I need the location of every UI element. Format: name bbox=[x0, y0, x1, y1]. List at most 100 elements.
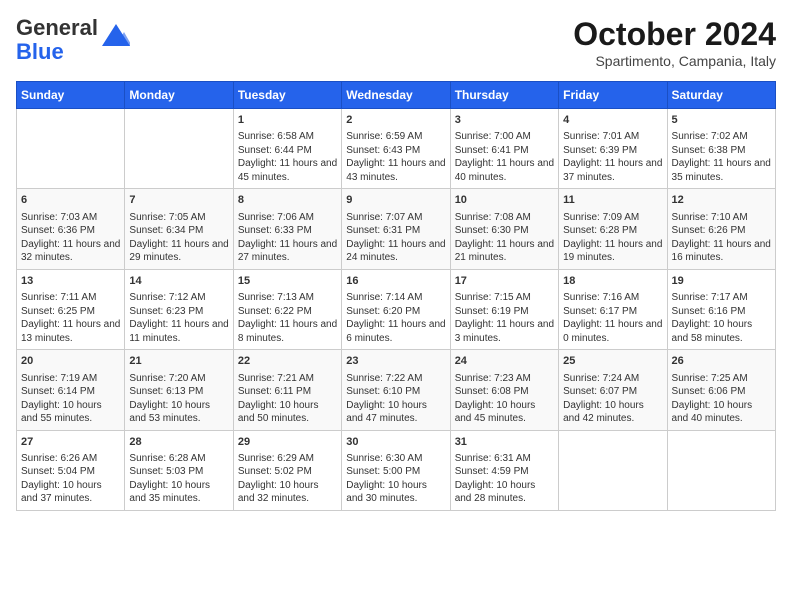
day-content: Sunrise: 7:13 AM Sunset: 6:22 PM Dayligh… bbox=[238, 291, 337, 345]
day-number: 15 bbox=[238, 274, 337, 289]
day-number: 11 bbox=[563, 193, 662, 208]
day-content: Sunrise: 7:25 AM Sunset: 6:06 PM Dayligh… bbox=[672, 372, 771, 426]
page-header: General Blue October 2024 Spartimento, C… bbox=[16, 16, 776, 69]
day-content: Sunrise: 6:29 AM Sunset: 5:02 PM Dayligh… bbox=[238, 452, 337, 506]
day-content: Sunrise: 7:00 AM Sunset: 6:41 PM Dayligh… bbox=[455, 130, 554, 184]
day-number: 24 bbox=[455, 354, 554, 369]
day-number: 2 bbox=[346, 113, 445, 128]
calendar-empty-cell bbox=[667, 430, 775, 510]
title-block: October 2024 Spartimento, Campania, Ital… bbox=[573, 16, 776, 69]
day-number: 6 bbox=[21, 193, 120, 208]
day-content: Sunrise: 7:20 AM Sunset: 6:13 PM Dayligh… bbox=[129, 372, 228, 426]
day-content: Sunrise: 7:16 AM Sunset: 6:17 PM Dayligh… bbox=[563, 291, 662, 345]
calendar-day-19: 19Sunrise: 7:17 AM Sunset: 6:16 PM Dayli… bbox=[667, 269, 775, 349]
day-number: 5 bbox=[672, 113, 771, 128]
day-number: 30 bbox=[346, 435, 445, 450]
calendar-day-23: 23Sunrise: 7:22 AM Sunset: 6:10 PM Dayli… bbox=[342, 350, 450, 430]
day-content: Sunrise: 7:11 AM Sunset: 6:25 PM Dayligh… bbox=[21, 291, 120, 345]
calendar-table: SundayMondayTuesdayWednesdayThursdayFrid… bbox=[16, 81, 776, 511]
day-header-sunday: Sunday bbox=[17, 82, 125, 109]
day-number: 8 bbox=[238, 193, 337, 208]
day-content: Sunrise: 7:03 AM Sunset: 6:36 PM Dayligh… bbox=[21, 211, 120, 265]
logo: General Blue bbox=[16, 16, 130, 64]
calendar-day-15: 15 Sunrise: 7:13 AM Sunset: 6:22 PM Dayli… bbox=[233, 269, 341, 349]
day-content: Sunrise: 6:31 AM Sunset: 4:59 PM Dayligh… bbox=[455, 452, 554, 506]
day-content: Sunrise: 6:26 AM Sunset: 5:04 PM Dayligh… bbox=[21, 452, 120, 506]
day-number: 22 bbox=[238, 354, 337, 369]
calendar-day-26: 26 Sunrise: 7:25 AM Sunset: 6:06 PM Dayli… bbox=[667, 350, 775, 430]
calendar-day-9: 9 Sunrise: 7:07 AM Sunset: 6:31 PM Daylig… bbox=[342, 189, 450, 269]
calendar-empty-cell bbox=[559, 430, 667, 510]
day-content: Sunrise: 7:24 AM Sunset: 6:07 PM Dayligh… bbox=[563, 372, 662, 426]
calendar-day-4: 4 Sunrise: 7:01 AM Sunset: 6:39 PM Daylig… bbox=[559, 109, 667, 189]
day-content: Sunrise: 7:19 AM Sunset: 6:14 PM Dayligh… bbox=[21, 372, 120, 426]
calendar-day-24: 24 Sunrise: 7:23 AM Sunset: 6:08 PM Dayli… bbox=[450, 350, 558, 430]
logo-text: General Blue bbox=[16, 16, 98, 64]
day-header-thursday: Thursday bbox=[450, 82, 558, 109]
day-header-wednesday: Wednesday bbox=[342, 82, 450, 109]
day-header-saturday: Saturday bbox=[667, 82, 775, 109]
calendar-day-27: 27 Sunrise: 6:26 AM Sunset: 5:04 PM Dayli… bbox=[17, 430, 125, 510]
day-content: Sunrise: 7:05 AM Sunset: 6:34 PM Dayligh… bbox=[129, 211, 228, 265]
calendar-empty-cell bbox=[125, 109, 233, 189]
subtitle: Spartimento, Campania, Italy bbox=[573, 53, 776, 69]
day-content: Sunrise: 6:28 AM Sunset: 5:03 PM Dayligh… bbox=[129, 452, 228, 506]
calendar-week-row: 13 Sunrise: 7:11 AM Sunset: 6:25 PM Dayli… bbox=[17, 269, 776, 349]
day-number: 7 bbox=[129, 193, 228, 208]
calendar-day-7: 7 Sunrise: 7:05 AM Sunset: 6:34 PM Daylig… bbox=[125, 189, 233, 269]
calendar-day-16: 16Sunrise: 7:14 AM Sunset: 6:20 PM Dayli… bbox=[342, 269, 450, 349]
calendar-day-25: 25 Sunrise: 7:24 AM Sunset: 6:07 PM Dayli… bbox=[559, 350, 667, 430]
day-content: Sunrise: 7:06 AM Sunset: 6:33 PM Dayligh… bbox=[238, 211, 337, 265]
day-number: 27 bbox=[21, 435, 120, 450]
logo-blue: Blue bbox=[16, 39, 64, 64]
day-number: 9 bbox=[346, 193, 445, 208]
calendar-day-30: 30 Sunrise: 6:30 AM Sunset: 5:00 PM Dayli… bbox=[342, 430, 450, 510]
day-number: 20 bbox=[21, 354, 120, 369]
calendar-week-row: 1 Sunrise: 6:58 AM Sunset: 6:44 PM Daylig… bbox=[17, 109, 776, 189]
day-content: Sunrise: 7:10 AM Sunset: 6:26 PM Dayligh… bbox=[672, 211, 771, 265]
day-content: Sunrise: 7:12 AM Sunset: 6:23 PM Dayligh… bbox=[129, 291, 228, 345]
day-number: 25 bbox=[563, 354, 662, 369]
day-number: 13 bbox=[21, 274, 120, 289]
day-number: 16 bbox=[346, 274, 445, 289]
calendar-day-14: 14 Sunrise: 7:12 AM Sunset: 6:23 PM Dayli… bbox=[125, 269, 233, 349]
calendar-day-11: 11 Sunrise: 7:09 AM Sunset: 6:28 PM Dayli… bbox=[559, 189, 667, 269]
calendar-day-13: 13 Sunrise: 7:11 AM Sunset: 6:25 PM Dayli… bbox=[17, 269, 125, 349]
calendar-empty-cell bbox=[17, 109, 125, 189]
day-content: Sunrise: 7:09 AM Sunset: 6:28 PM Dayligh… bbox=[563, 211, 662, 265]
calendar-day-12: 12Sunrise: 7:10 AM Sunset: 6:26 PM Dayli… bbox=[667, 189, 775, 269]
calendar-day-17: 17Sunrise: 7:15 AM Sunset: 6:19 PM Dayli… bbox=[450, 269, 558, 349]
day-number: 4 bbox=[563, 113, 662, 128]
day-content: Sunrise: 6:58 AM Sunset: 6:44 PM Dayligh… bbox=[238, 130, 337, 184]
calendar-week-row: 27 Sunrise: 6:26 AM Sunset: 5:04 PM Dayli… bbox=[17, 430, 776, 510]
day-content: Sunrise: 6:30 AM Sunset: 5:00 PM Dayligh… bbox=[346, 452, 445, 506]
calendar-day-8: 8 Sunrise: 7:06 AM Sunset: 6:33 PM Daylig… bbox=[233, 189, 341, 269]
day-header-friday: Friday bbox=[559, 82, 667, 109]
calendar-day-10: 10Sunrise: 7:08 AM Sunset: 6:30 PM Dayli… bbox=[450, 189, 558, 269]
day-content: Sunrise: 7:21 AM Sunset: 6:11 PM Dayligh… bbox=[238, 372, 337, 426]
calendar-day-5: 5 Sunrise: 7:02 AM Sunset: 6:38 PM Daylig… bbox=[667, 109, 775, 189]
calendar-day-21: 21 Sunrise: 7:20 AM Sunset: 6:13 PM Dayli… bbox=[125, 350, 233, 430]
day-header-monday: Monday bbox=[125, 82, 233, 109]
day-content: Sunrise: 6:59 AM Sunset: 6:43 PM Dayligh… bbox=[346, 130, 445, 184]
day-number: 1 bbox=[238, 113, 337, 128]
day-number: 28 bbox=[129, 435, 228, 450]
logo-general: General bbox=[16, 15, 98, 40]
day-number: 19 bbox=[672, 274, 771, 289]
calendar-header-row: SundayMondayTuesdayWednesdayThursdayFrid… bbox=[17, 82, 776, 109]
day-number: 26 bbox=[672, 354, 771, 369]
day-content: Sunrise: 7:15 AM Sunset: 6:19 PM Dayligh… bbox=[455, 291, 554, 345]
day-content: Sunrise: 7:07 AM Sunset: 6:31 PM Dayligh… bbox=[346, 211, 445, 265]
day-content: Sunrise: 7:01 AM Sunset: 6:39 PM Dayligh… bbox=[563, 130, 662, 184]
day-number: 23 bbox=[346, 354, 445, 369]
day-number: 10 bbox=[455, 193, 554, 208]
day-content: Sunrise: 7:23 AM Sunset: 6:08 PM Dayligh… bbox=[455, 372, 554, 426]
day-content: Sunrise: 7:02 AM Sunset: 6:38 PM Dayligh… bbox=[672, 130, 771, 184]
day-number: 14 bbox=[129, 274, 228, 289]
day-number: 3 bbox=[455, 113, 554, 128]
calendar-day-3: 3 Sunrise: 7:00 AM Sunset: 6:41 PM Daylig… bbox=[450, 109, 558, 189]
calendar-day-1: 1 Sunrise: 6:58 AM Sunset: 6:44 PM Daylig… bbox=[233, 109, 341, 189]
day-number: 21 bbox=[129, 354, 228, 369]
day-number: 18 bbox=[563, 274, 662, 289]
calendar-day-18: 18 Sunrise: 7:16 AM Sunset: 6:17 PM Dayli… bbox=[559, 269, 667, 349]
